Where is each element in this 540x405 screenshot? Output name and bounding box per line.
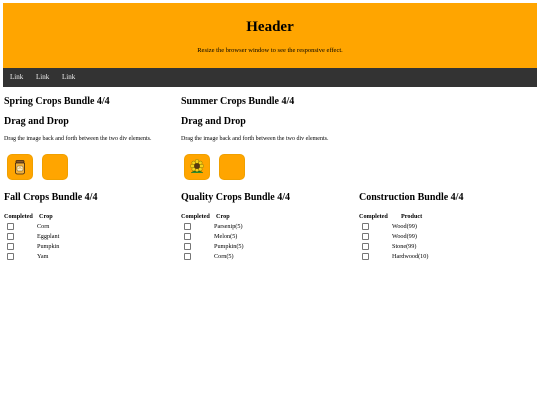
completed-checkbox[interactable] (7, 232, 14, 240)
col-header-completed: Completed (4, 212, 33, 220)
fall-table: Completed Crop Corn Eggplant Pumpkin Yam (4, 211, 59, 261)
summer-dd-text: Drag the image back and forth between th… (181, 136, 329, 142)
table-row: Parsenip(5) (181, 221, 244, 231)
completed-checkbox[interactable] (184, 242, 191, 250)
crop-cell: Corn (37, 222, 50, 230)
spring-title: Spring Crops Bundle 4/4 (4, 96, 110, 107)
completed-checkbox[interactable] (362, 232, 369, 240)
table-row: Corn (4, 221, 59, 231)
crop-cell: Yam (37, 252, 49, 260)
spring-drop-zone-1[interactable] (7, 154, 33, 180)
col-header-completed: Completed (359, 212, 388, 220)
spring-dd-text: Drag the image back and forth between th… (4, 136, 152, 142)
table-header-row: Completed Product (359, 211, 428, 221)
nav-link-3[interactable]: Link (62, 73, 75, 81)
table-header-row: Completed Crop (181, 211, 244, 221)
completed-checkbox[interactable] (362, 222, 369, 230)
table-header-row: Completed Crop (4, 211, 59, 221)
quality-section: Quality Crops Bundle 4/4 Completed Crop … (181, 192, 356, 267)
crop-cell: Pumpkin(5) (214, 242, 244, 250)
table-row: Wood(99) (359, 221, 428, 231)
nav-link-1[interactable]: Link (10, 73, 23, 81)
construction-section: Construction Bundle 4/4 Completed Produc… (359, 192, 534, 267)
table-row: Hardwood(10) (359, 251, 428, 261)
product-cell: Wood(99) (392, 232, 417, 240)
construction-title: Construction Bundle 4/4 (359, 192, 464, 203)
header: Header Resize the browser window to see … (3, 3, 537, 68)
summer-dd-title: Drag and Drop (181, 116, 246, 127)
crop-cell: Corn(5) (214, 252, 234, 260)
table-row: Wood(99) (359, 231, 428, 241)
crop-cell: Pumpkin (37, 242, 60, 250)
product-cell: Wood(99) (392, 222, 417, 230)
table-row: Pumpkin(5) (181, 241, 244, 251)
honey-jar-icon[interactable] (12, 159, 28, 175)
table-row: Stone(99) (359, 241, 428, 251)
completed-checkbox[interactable] (184, 252, 191, 260)
header-subtitle: Resize the browser window to see the res… (197, 47, 343, 54)
crop-cell: Eggplant (37, 232, 60, 240)
table-row: Corn(5) (181, 251, 244, 261)
completed-checkbox[interactable] (362, 252, 369, 260)
col-header-product: Product (401, 212, 423, 220)
construction-table: Completed Product Wood(99) Wood(99) Ston… (359, 211, 428, 261)
nav-link-2[interactable]: Link (36, 73, 49, 81)
completed-checkbox[interactable] (184, 232, 191, 240)
table-row: Melon(5) (181, 231, 244, 241)
col-header-crop: Crop (39, 212, 53, 220)
table-row: Yam (4, 251, 59, 261)
summer-drop-zone-2[interactable] (219, 154, 245, 180)
spring-drop-zone-2[interactable] (42, 154, 68, 180)
topnav: Link Link Link (3, 68, 537, 87)
quality-table: Completed Crop Parsenip(5) Melon(5) Pump… (181, 211, 244, 261)
fall-section: Fall Crops Bundle 4/4 Completed Crop Cor… (4, 192, 179, 267)
col-header-completed: Completed (181, 212, 210, 220)
spring-dd-title: Drag and Drop (4, 116, 69, 127)
product-cell: Stone(99) (392, 242, 417, 250)
quality-title: Quality Crops Bundle 4/4 (181, 192, 291, 203)
table-row: Eggplant (4, 231, 59, 241)
completed-checkbox[interactable] (362, 242, 369, 250)
col-header-crop: Crop (216, 212, 230, 220)
completed-checkbox[interactable] (184, 222, 191, 230)
crop-cell: Melon(5) (214, 232, 238, 240)
summer-drop-zone-1[interactable] (184, 154, 210, 180)
completed-checkbox[interactable] (7, 252, 14, 260)
table-row: Pumpkin (4, 241, 59, 251)
completed-checkbox[interactable] (7, 222, 14, 230)
sunflower-icon[interactable] (189, 159, 205, 175)
header-title: Header (246, 19, 294, 35)
summer-section: Summer Crops Bundle 4/4 Drag and Drop Dr… (181, 96, 356, 186)
fall-title: Fall Crops Bundle 4/4 (4, 192, 98, 203)
crop-cell: Parsenip(5) (214, 222, 243, 230)
product-cell: Hardwood(10) (392, 252, 429, 260)
spring-section: Spring Crops Bundle 4/4 Drag and Drop Dr… (4, 96, 179, 186)
summer-title: Summer Crops Bundle 4/4 (181, 96, 295, 107)
completed-checkbox[interactable] (7, 242, 14, 250)
